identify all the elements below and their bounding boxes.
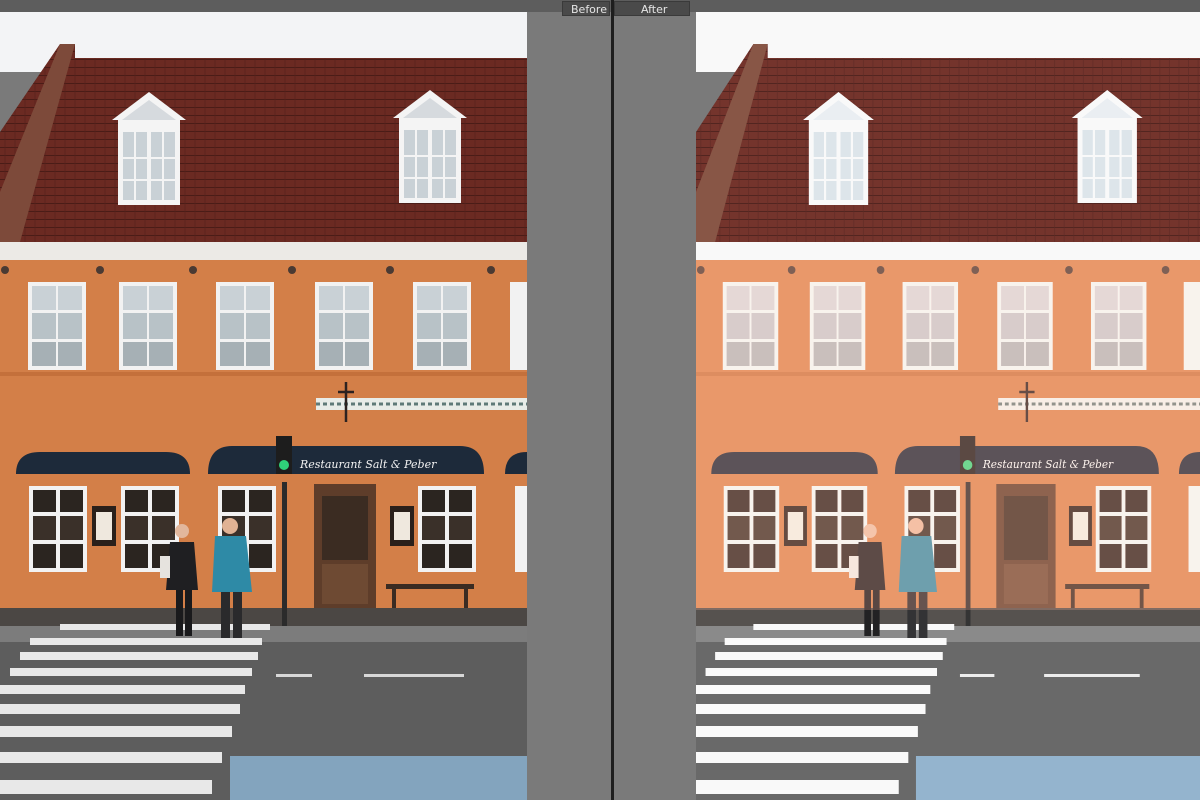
after-pane[interactable]: [614, 12, 1200, 800]
before-pane[interactable]: [0, 12, 612, 800]
after-label: After: [614, 1, 690, 16]
before-photo: [0, 12, 527, 800]
pane-divider[interactable]: [611, 0, 614, 800]
before-label: Before: [562, 1, 610, 16]
after-photo: [696, 12, 1200, 800]
